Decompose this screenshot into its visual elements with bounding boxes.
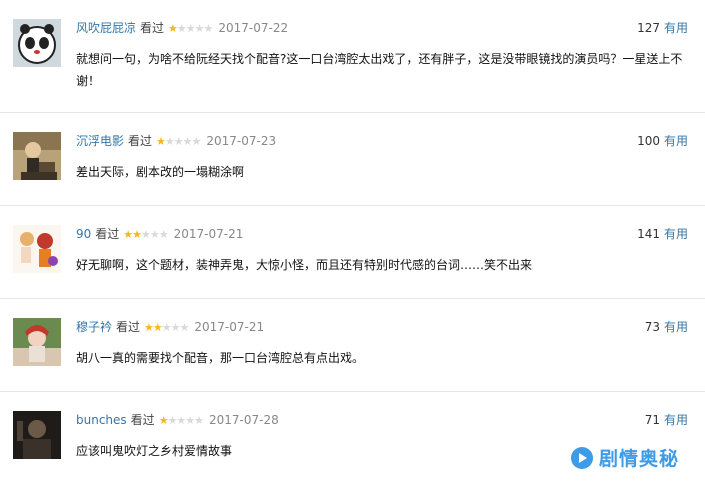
review-item: 穆子衿 看过 ★★★★★ 2017-07-21 73 有用 胡八一真的需要找个配音，那一… [0,298,705,392]
star-icon: ★★ [144,321,163,334]
review-status: 看过 [128,134,153,148]
useful-button[interactable]: 有用 [664,320,688,334]
review-status: 看过 [116,320,141,334]
avatar[interactable] [13,318,61,366]
review-date: 2017-07-23 [206,134,277,148]
vote-count: 127 [637,21,660,35]
review-status: 看过 [140,21,165,35]
avatar[interactable] [13,19,61,67]
review-content: 好无聊啊，这个题材，装神弄鬼，大惊小怪，而且还有特别时代感的台词……笑不出来 [76,258,533,272]
star-icon: ★★★★ [176,22,213,35]
review-content: 就想问一句，为啥不给阮经天找个配音?这一口台湾腔太出戏了，还有胖子，这是没带眼镜… [76,52,683,88]
avatar[interactable] [13,411,61,459]
watermark: 剧情奥秘 [570,444,679,471]
review-item: 90 看过 ★★★★★ 2017-07-21 141 有用 好无聊啊，这个题材，装神弄鬼… [0,205,705,299]
review-author[interactable]: 沉浮电影 [76,134,124,148]
review-author[interactable]: 90 [76,227,91,241]
star-rating: ★★★★★ [168,21,213,37]
play-logo-icon [570,446,593,469]
star-icon: ★★★ [141,228,169,241]
star-icon: ★★★★ [167,414,204,427]
star-icon: ★★ [123,228,142,241]
review-content: 差出天际，剧本改的一塌糊涂啊 [76,165,245,179]
star-icon: ★ [168,22,178,35]
vote-count: 141 [637,227,660,241]
star-icon: ★★★★ [164,135,201,148]
useful-button[interactable]: 有用 [664,413,688,427]
review-date: 2017-07-28 [209,413,279,427]
watermark-text: 剧情奥秘 [598,448,679,470]
vote-count: 71 [644,413,660,427]
star-icon: ★ [156,135,166,148]
star-rating: ★★★★★ [156,134,201,150]
star-icon: ★★★ [161,321,190,334]
useful-button[interactable]: 有用 [664,227,688,241]
review-item: 风吹屁屁凉 看过 ★★★★★ 2017-07-22 127 有用 就想问一句，为啥不给阮… [0,0,705,93]
review-date: 2017-07-22 [218,21,289,35]
avatar[interactable] [13,132,61,180]
vote-count: 73 [644,320,660,334]
review-date: 2017-07-21 [194,320,265,334]
review-author[interactable]: 穆子衿 [76,320,112,334]
star-rating: ★★★★★ [144,320,190,336]
review-author[interactable]: bunches [76,413,127,427]
useful-button[interactable]: 有用 [664,134,688,148]
review-author[interactable]: 风吹屁屁凉 [76,21,136,35]
star-icon: ★ [158,414,169,427]
star-rating: ★★★★★ [158,413,204,429]
review-status: 看过 [130,413,155,427]
review-status: 看过 [95,227,120,241]
review-item: 沉浮电影 看过 ★★★★★ 2017-07-23 100 有用 差出天际，剧本改的一塌糊… [0,112,705,206]
review-date: 2017-07-21 [173,227,244,241]
review-item: bunches 看过 ★★★★★ 2017-07-28 71 有用 应该叫鬼吹灯之乡村爱… [0,391,705,488]
review-content: 胡八一真的需要找个配音，那一口台湾腔总有点出戏。 [76,351,365,365]
avatar[interactable] [13,225,61,273]
vote-count: 100 [637,134,660,148]
useful-button[interactable]: 有用 [664,21,688,35]
star-rating: ★★★★★ [123,227,169,243]
